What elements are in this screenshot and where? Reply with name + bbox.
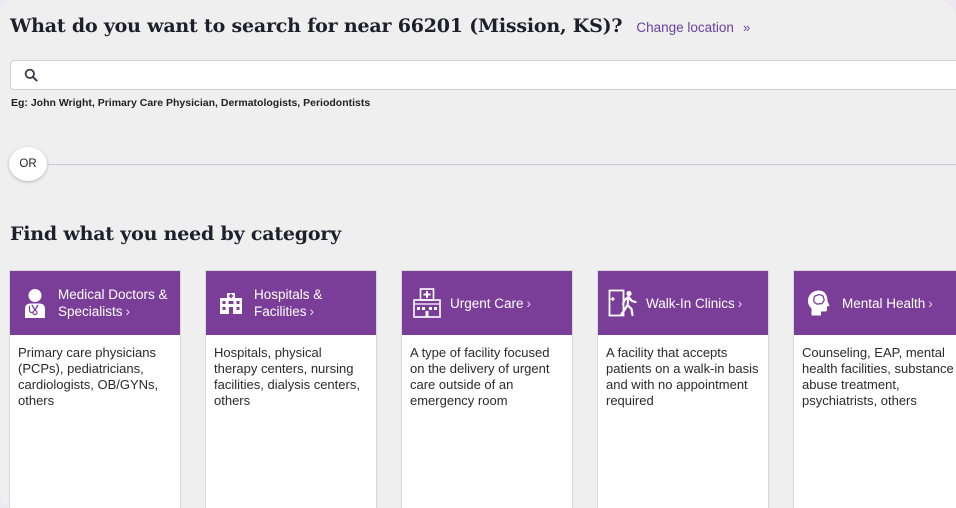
search-hint: Eg: John Wright, Primary Care Physician,… [11, 97, 371, 109]
category-label-text: Urgent Care [450, 295, 524, 311]
category-label: Hospitals & Facilities › [254, 286, 376, 320]
change-location-label: Change location [636, 20, 734, 35]
chevron-right-icon: › [737, 295, 743, 311]
location-header: What do you want to search for near 6620… [10, 15, 750, 43]
doctor-icon [20, 287, 50, 319]
head-brain-icon [804, 287, 834, 319]
category-label-text: Medical Doctors & Specialists [58, 287, 168, 319]
category-section-title: Find what you need by category [10, 223, 342, 245]
category-card-walk-in-clinics: Walk-In Clinics › A facility that accepts… [597, 270, 769, 508]
chevron-right-icon: › [928, 295, 933, 311]
category-card-urgent-care: Urgent Care › A type of facility focused … [401, 270, 573, 508]
category-label: Mental Health › [842, 295, 933, 312]
category-label: Urgent Care › [450, 295, 531, 312]
category-card-medical-doctors: Medical Doctors & Specialists › Primary c… [9, 270, 181, 508]
or-badge: OR [9, 147, 47, 181]
category-card-mental-health: Mental Health › Counseling, EAP, mental h… [793, 270, 956, 508]
category-description: A facility that accepts patients on a wa… [606, 345, 759, 408]
hospital-building-icon [216, 287, 246, 319]
category-link-mental-health[interactable]: Mental Health › [794, 271, 956, 335]
category-description: A type of facility focused on the delive… [410, 345, 550, 408]
category-label-text: Walk-In Clinics [646, 295, 735, 311]
double-chevron-icon: » [742, 20, 751, 35]
category-label: Medical Doctors & Specialists › [58, 286, 180, 320]
search-icon [24, 67, 38, 86]
chevron-right-icon: › [526, 295, 532, 311]
chevron-right-icon: › [309, 304, 315, 319]
page-title: What do you want to search for near 6620… [10, 15, 623, 37]
change-location-link[interactable]: Change location » [636, 20, 750, 35]
page-frame: What do you want to search for near 6620… [0, 0, 956, 508]
category-link-walk-in-clinics[interactable]: Walk-In Clinics › [598, 271, 768, 335]
category-link-urgent-care[interactable]: Urgent Care › [402, 271, 572, 335]
category-description: Counseling, EAP, mental health facilitie… [802, 345, 954, 408]
category-card-hospitals: Hospitals & Facilities › Hospitals, physi… [205, 270, 377, 508]
walk-in-door-icon [608, 287, 638, 319]
or-divider-line [30, 164, 956, 165]
urgent-care-building-icon [412, 287, 442, 319]
category-label-text: Mental Health [842, 295, 926, 311]
search-box[interactable] [10, 60, 956, 91]
search-input[interactable] [45, 61, 929, 91]
category-description: Primary care physicians (PCPs), pediatri… [18, 345, 159, 408]
category-link-hospitals[interactable]: Hospitals & Facilities › [206, 271, 376, 335]
category-link-medical-doctors[interactable]: Medical Doctors & Specialists › [10, 271, 180, 335]
category-description: Hospitals, physical therapy centers, nur… [214, 345, 360, 408]
chevron-right-icon: › [125, 304, 131, 319]
category-label: Walk-In Clinics › [646, 295, 742, 312]
